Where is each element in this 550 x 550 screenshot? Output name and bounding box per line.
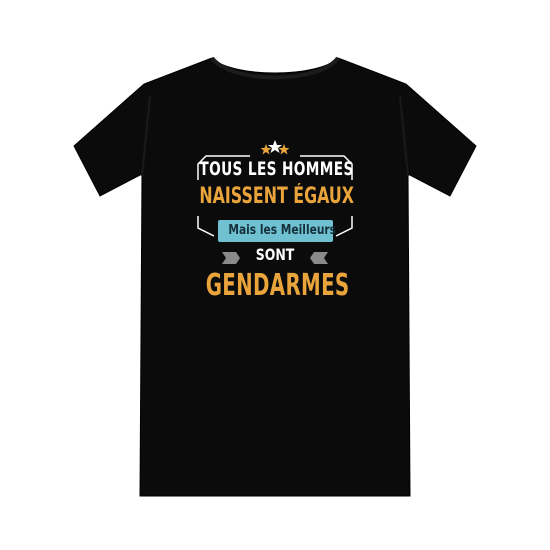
banner-mais-les-meilleurs: Mais les Meilleurs [218,220,337,242]
line-tous-les-hommes: TOUS LES HOMMES [199,158,354,180]
product-image: TOUS LES HOMMES NAISSENT ÉGAUX Mais les … [0,0,550,550]
banner-text: Mais les Meilleurs [228,223,337,238]
shirt-print: TOUS LES HOMMES NAISSENT ÉGAUX Mais les … [170,132,380,312]
frame-left-lower [197,216,215,237]
line-gendarmes: GENDARMES [205,268,350,303]
line-naissent-egaux: NAISSENT ÉGAUX [199,184,354,209]
line-sont: SONT [255,245,295,264]
frame-right-lower [335,216,353,237]
stars-icon [260,140,290,155]
